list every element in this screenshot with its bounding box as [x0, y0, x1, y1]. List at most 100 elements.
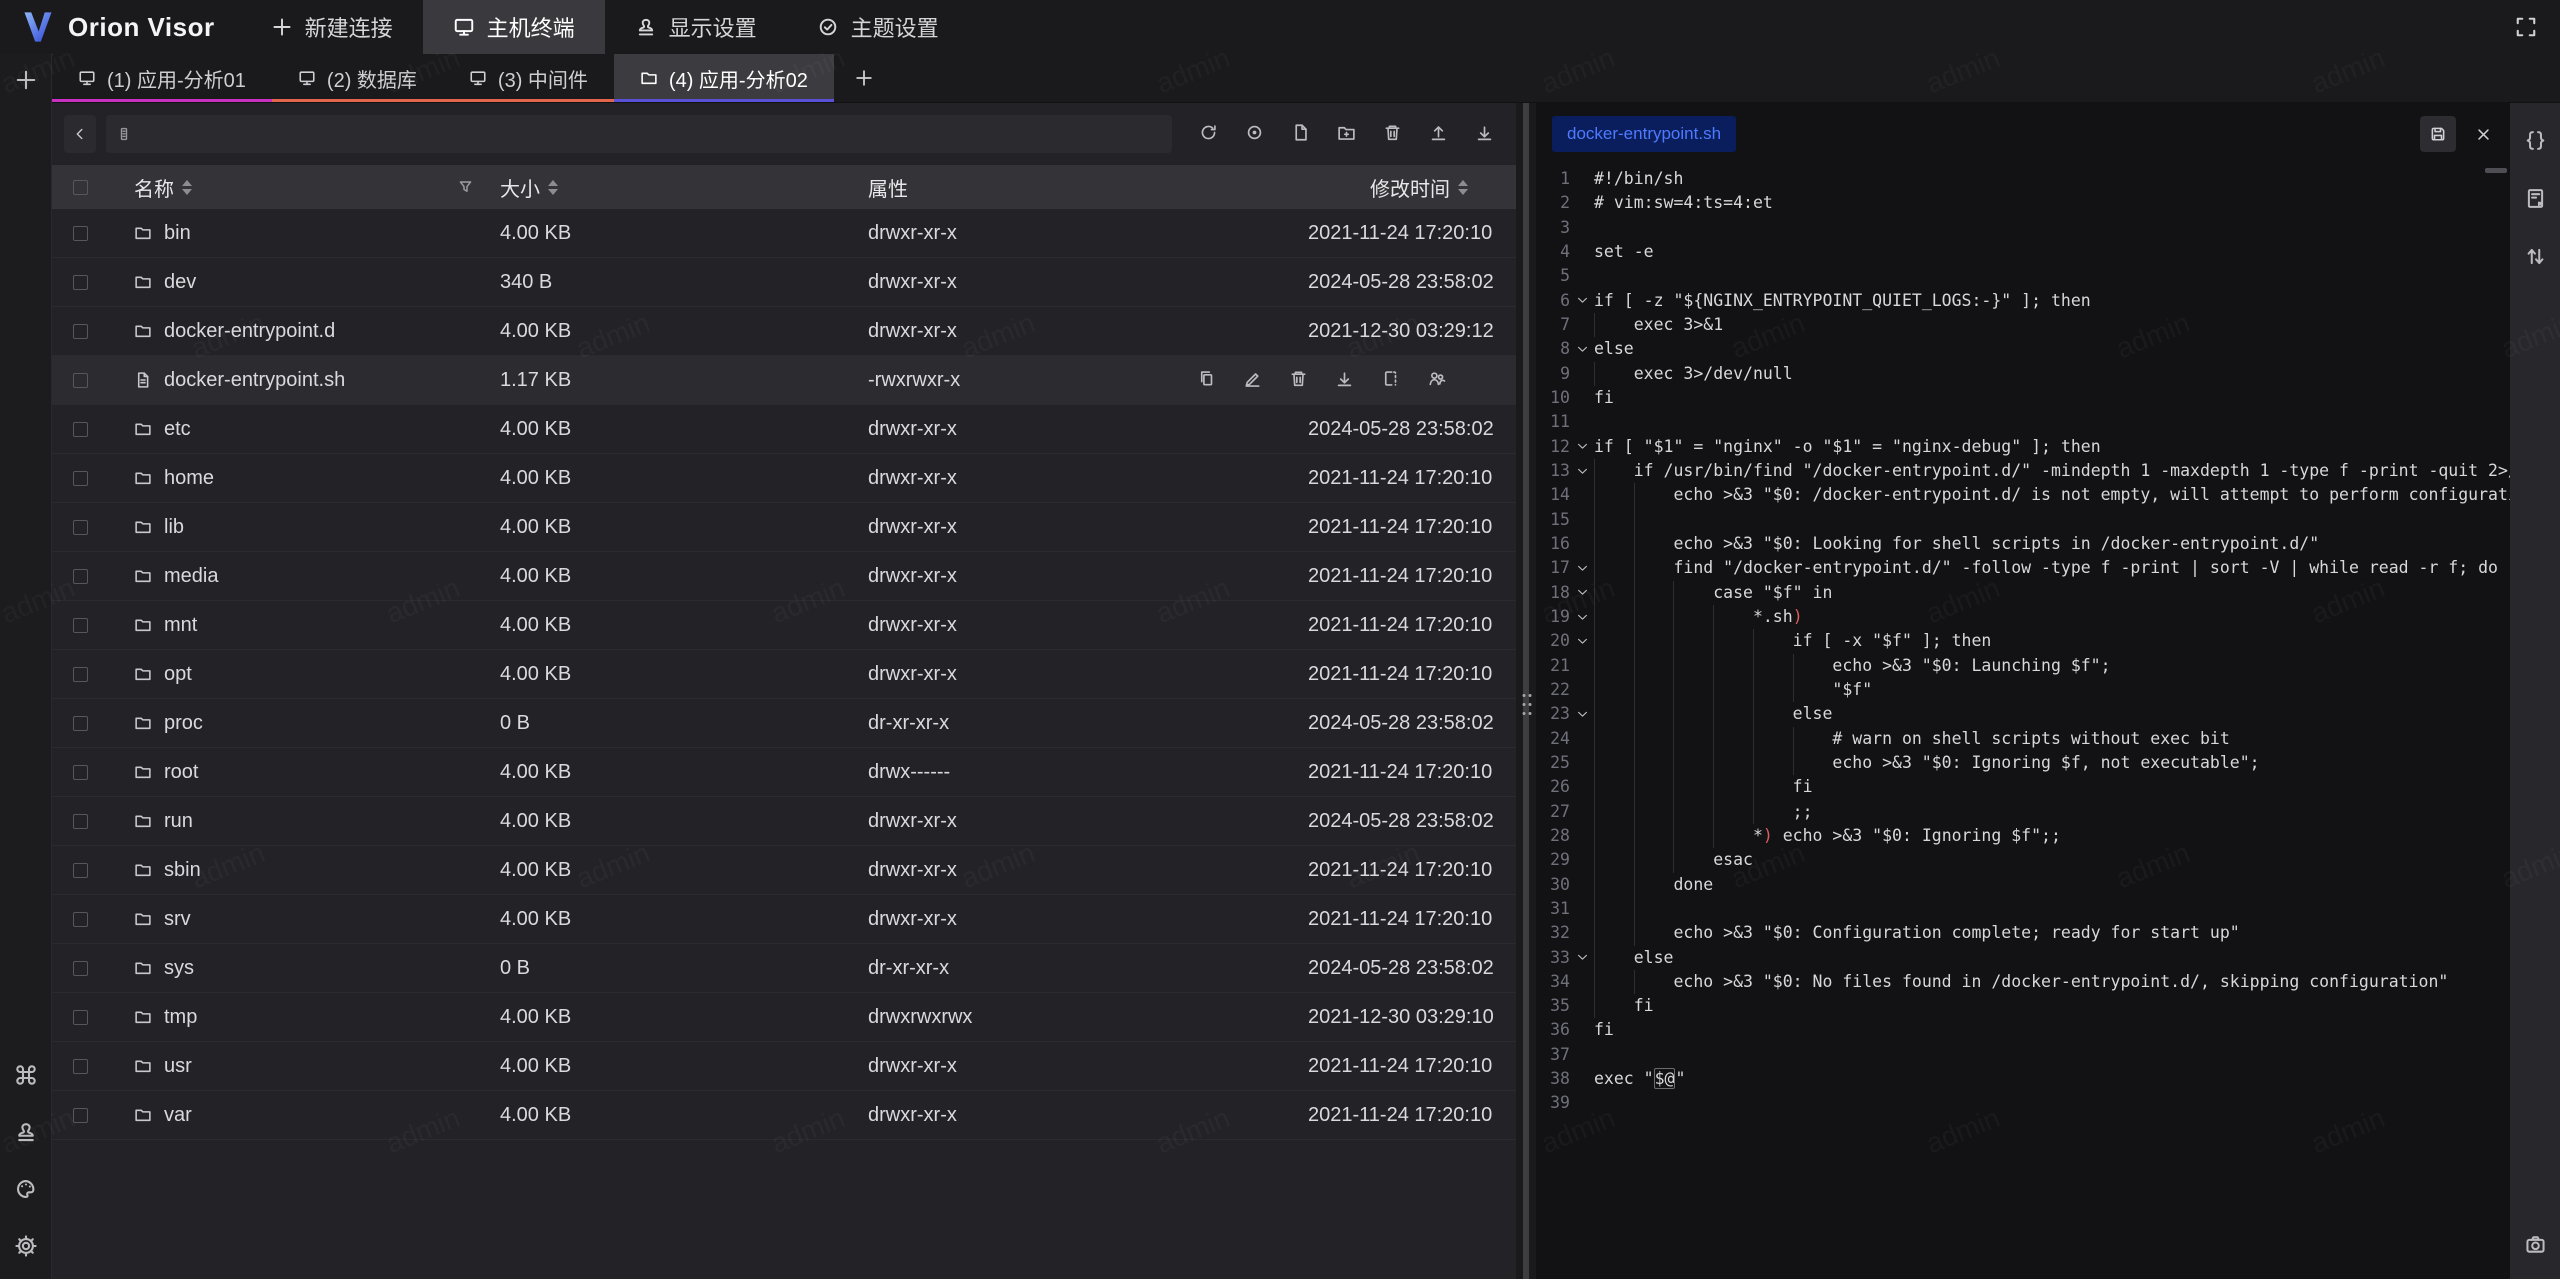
table-row[interactable]: tmp4.00 KBdrwxrwxrwx2021-12-30 03:29:10: [52, 993, 1516, 1042]
fold-toggle-icon[interactable]: [1570, 337, 1594, 361]
add-tab-button[interactable]: [834, 54, 894, 102]
column-header-size[interactable]: 大小: [500, 173, 868, 202]
row-checkbox[interactable]: [73, 716, 88, 731]
column-header-time[interactable]: 修改时间: [1308, 173, 1516, 202]
new-folder-button[interactable]: [1328, 116, 1364, 152]
editor-scrollbar-thumb[interactable]: [2485, 168, 2507, 173]
fold-toggle-icon[interactable]: [1570, 289, 1594, 313]
table-row[interactable]: media4.00 KBdrwxr-xr-x2021-11-24 17:20:1…: [52, 552, 1516, 601]
gear-button[interactable]: [14, 1234, 38, 1261]
table-row[interactable]: root4.00 KBdrwx------2021-11-24 17:20:10: [52, 748, 1516, 797]
fold-toggle-icon[interactable]: [1570, 629, 1594, 653]
table-row[interactable]: opt4.00 KBdrwxr-xr-x2021-11-24 17:20:10: [52, 650, 1516, 699]
row-checkbox[interactable]: [73, 373, 88, 388]
fullscreen-button[interactable]: [2508, 9, 2544, 45]
table-row[interactable]: docker-entrypoint.d4.00 KBdrwxr-xr-x2021…: [52, 307, 1516, 356]
file-name-cell[interactable]: usr: [108, 1055, 500, 1078]
row-checkbox[interactable]: [73, 422, 88, 437]
nav-item-3[interactable]: 显示设置: [605, 0, 787, 54]
row-checkbox[interactable]: [73, 275, 88, 290]
code-editor[interactable]: 1#!/bin/sh2# vim:sw=4:ts=4:et34set -e56i…: [1536, 165, 2510, 1279]
terminal-tab-3[interactable]: (3) 中间件: [443, 54, 614, 102]
path-input[interactable]: [140, 124, 1162, 145]
row-checkbox[interactable]: [73, 912, 88, 927]
row-checkbox[interactable]: [73, 961, 88, 976]
file-name-cell[interactable]: media: [108, 565, 500, 588]
nav-item-4[interactable]: 主题设置: [787, 0, 969, 54]
nav-item-1[interactable]: 新建连接: [241, 0, 423, 54]
row-edit-button[interactable]: [1243, 369, 1262, 391]
fold-toggle-icon[interactable]: [1570, 459, 1594, 483]
row-permission-button[interactable]: [1427, 369, 1446, 391]
terminal-tab-1[interactable]: (1) 应用-分析01: [52, 54, 272, 102]
file-name-cell[interactable]: opt: [108, 663, 500, 686]
palette-button[interactable]: [14, 1177, 38, 1204]
row-checkbox[interactable]: [73, 667, 88, 682]
row-checkbox[interactable]: [73, 1108, 88, 1123]
nav-item-2[interactable]: 主机终端: [423, 0, 605, 54]
file-name-cell[interactable]: lib: [108, 516, 500, 539]
file-name-cell[interactable]: etc: [108, 418, 500, 441]
stamp-button[interactable]: [14, 1120, 38, 1147]
fold-toggle-icon[interactable]: [1570, 946, 1594, 970]
file-name-cell[interactable]: root: [108, 761, 500, 784]
fold-toggle-icon[interactable]: [1570, 556, 1594, 580]
row-checkbox[interactable]: [73, 814, 88, 829]
new-connection-button[interactable]: [14, 68, 38, 92]
file-name-cell[interactable]: home: [108, 467, 500, 490]
table-row[interactable]: etc4.00 KBdrwxr-xr-x2024-05-28 23:58:02: [52, 405, 1516, 454]
file-name-cell[interactable]: var: [108, 1104, 500, 1127]
table-row[interactable]: usr4.00 KBdrwxr-xr-x2021-11-24 17:20:10: [52, 1042, 1516, 1091]
column-header-name[interactable]: 名称: [108, 173, 500, 202]
fold-toggle-icon[interactable]: [1570, 581, 1594, 605]
back-button[interactable]: [64, 115, 96, 153]
sort-carets-name[interactable]: [182, 180, 192, 195]
file-name-cell[interactable]: docker-entrypoint.d: [108, 320, 500, 343]
screenshot-button[interactable]: [2524, 1233, 2547, 1259]
table-row[interactable]: sbin4.00 KBdrwxr-xr-x2021-11-24 17:20:10: [52, 846, 1516, 895]
table-row[interactable]: mnt4.00 KBdrwxr-xr-x2021-11-24 17:20:10: [52, 601, 1516, 650]
table-row[interactable]: srv4.00 KBdrwxr-xr-x2021-11-24 17:20:10: [52, 895, 1516, 944]
table-row[interactable]: home4.00 KBdrwxr-xr-x2021-11-24 17:20:10: [52, 454, 1516, 503]
file-name-cell[interactable]: tmp: [108, 1006, 500, 1029]
sort-carets-size[interactable]: [548, 180, 558, 195]
row-checkbox[interactable]: [73, 765, 88, 780]
fold-toggle-icon[interactable]: [1570, 605, 1594, 629]
file-name-cell[interactable]: sbin: [108, 859, 500, 882]
editor-file-tab[interactable]: docker-entrypoint.sh: [1552, 116, 1736, 152]
save-button[interactable]: [2420, 116, 2456, 152]
row-checkbox[interactable]: [73, 863, 88, 878]
file-name-cell[interactable]: dev: [108, 271, 500, 294]
row-checkbox[interactable]: [73, 520, 88, 535]
splitter-grip-icon[interactable]: [1520, 689, 1532, 715]
terminal-tab-4[interactable]: (4) 应用-分析02: [614, 54, 834, 102]
table-row[interactable]: dev340 Bdrwxr-xr-x2024-05-28 23:58:02: [52, 258, 1516, 307]
file-name-cell[interactable]: mnt: [108, 614, 500, 637]
file-name-cell[interactable]: sys: [108, 957, 500, 980]
swap-button[interactable]: [2524, 245, 2547, 271]
refresh-button[interactable]: [1190, 116, 1226, 152]
row-download-button[interactable]: [1335, 369, 1354, 391]
table-row[interactable]: sys0 Bdr-xr-xr-x2024-05-28 23:58:02: [52, 944, 1516, 993]
file-name-cell[interactable]: run: [108, 810, 500, 833]
file-name-cell[interactable]: docker-entrypoint.sh: [108, 369, 500, 392]
select-all-checkbox[interactable]: [73, 180, 88, 195]
delete-button[interactable]: [1374, 116, 1410, 152]
fold-toggle-icon[interactable]: [1570, 702, 1594, 726]
row-checkbox[interactable]: [73, 1059, 88, 1074]
row-move-button[interactable]: [1381, 369, 1400, 391]
row-checkbox[interactable]: [73, 1010, 88, 1025]
row-checkbox[interactable]: [73, 324, 88, 339]
table-row[interactable]: proc0 Bdr-xr-xr-x2024-05-28 23:58:02: [52, 699, 1516, 748]
row-delete-button[interactable]: [1289, 369, 1308, 391]
command-button[interactable]: [14, 1063, 38, 1090]
filter-icon[interactable]: [457, 179, 474, 196]
new-file-button[interactable]: [1282, 116, 1318, 152]
file-name-cell[interactable]: bin: [108, 222, 500, 245]
fold-toggle-icon[interactable]: [1570, 435, 1594, 459]
upload-button[interactable]: [1420, 116, 1456, 152]
row-copy-button[interactable]: [1197, 369, 1216, 391]
sort-carets-time[interactable]: [1458, 180, 1468, 195]
panel-splitter[interactable]: [1516, 103, 1536, 1279]
file-name-cell[interactable]: proc: [108, 712, 500, 735]
